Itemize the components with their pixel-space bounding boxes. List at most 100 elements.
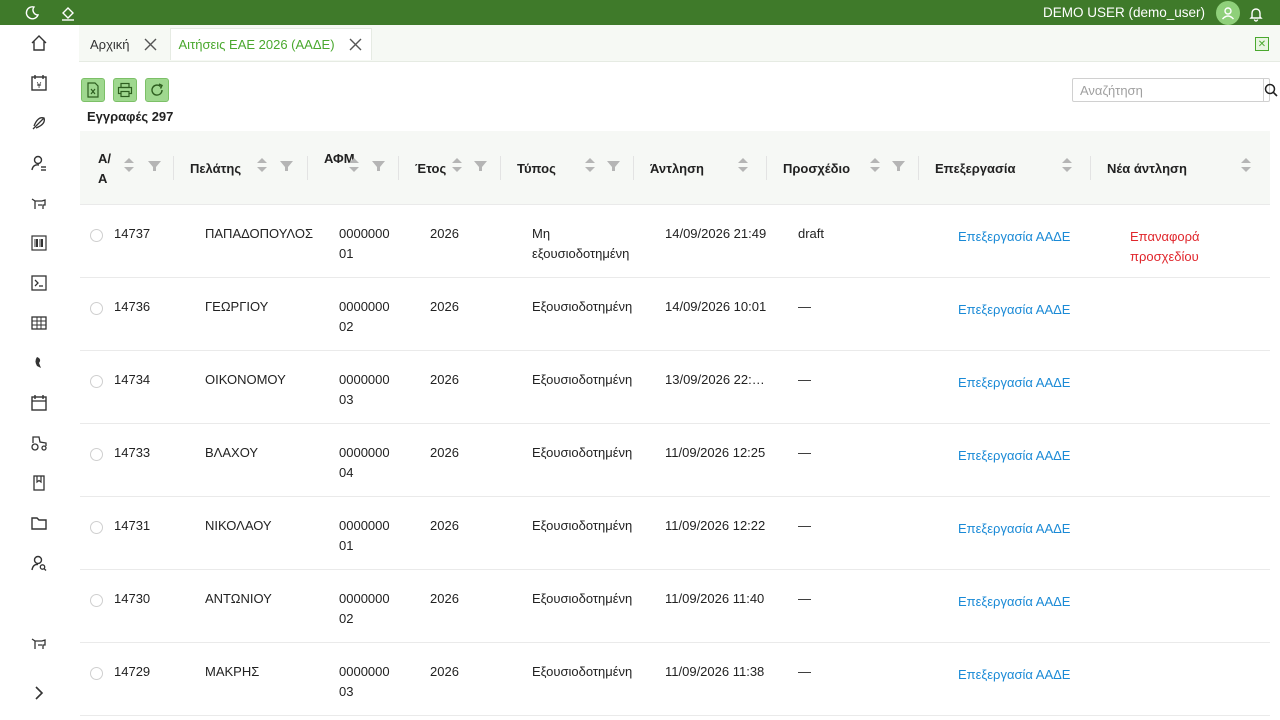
- grid-icon[interactable]: [27, 311, 51, 335]
- process-aade-link[interactable]: Επεξεργασία ΑΑΔΕ: [958, 592, 1070, 612]
- cell-client: ΑΝΤΩΝΙΟΥ: [205, 591, 272, 606]
- cell-client: ΒΛΑΧΟΥ: [205, 445, 259, 460]
- terminal-icon[interactable]: [27, 271, 51, 295]
- cell-type: Εξουσιοδοτημένη: [532, 299, 633, 314]
- search-button[interactable]: [1263, 79, 1278, 101]
- cell-afm: 0000000 01: [339, 518, 390, 553]
- calendar-icon[interactable]: [27, 391, 51, 415]
- sort-icon: [870, 158, 880, 172]
- sort-filter-icons: [124, 158, 1251, 172]
- filter-icon: [148, 161, 161, 171]
- table-row[interactable]: 14730 ΑΝΤΩΝΙΟΥ 0000000 02 2026 Εξουσιοδοτ…: [80, 570, 1270, 643]
- cell-type: Εξουσιοδοτημένη: [532, 591, 633, 606]
- process-aade-link[interactable]: Επεξεργασία ΑΑΔΕ: [958, 373, 1070, 393]
- row-select-radio[interactable]: [90, 594, 103, 607]
- cow-icon[interactable]: [27, 631, 51, 655]
- tab-label: Αρχική: [90, 36, 130, 52]
- paint-bucket-icon[interactable]: [56, 1, 80, 25]
- user-settings-icon[interactable]: [27, 151, 51, 175]
- print-button[interactable]: [113, 78, 137, 102]
- process-aade-link[interactable]: Επεξεργασία ΑΑΔΕ: [958, 665, 1070, 685]
- moon-icon[interactable]: [20, 1, 44, 25]
- row-select-radio[interactable]: [90, 375, 103, 388]
- map-pin-icon[interactable]: [27, 351, 51, 375]
- close-all-tabs-icon[interactable]: ✕: [1255, 37, 1269, 51]
- refresh-icon: [151, 83, 163, 96]
- tractor-icon[interactable]: [27, 431, 51, 455]
- process-aade-link[interactable]: Επεξεργασία ΑΑΔΕ: [958, 446, 1070, 466]
- excel-export-icon: [87, 82, 99, 98]
- cell-client: ΓΕΩΡΓΙΟΥ: [205, 299, 269, 314]
- user-search-icon[interactable]: [27, 551, 51, 575]
- cell-type: Εξουσιοδοτημένη: [532, 664, 633, 679]
- search-input[interactable]: [1073, 79, 1263, 101]
- table-row[interactable]: 14737 ΠΑΠΑΔΟΠΟΥΛΟΣ 0000000 01 2026 Μη εξου…: [80, 205, 1270, 278]
- cell-pull: 14/09/2026 21:49: [665, 226, 767, 241]
- table-header: Α/Α Πελάτης ΑΦΜ Έτος Τύπος Άντληση Προσχ…: [80, 131, 1270, 205]
- cell-client: ΜΑΚΡΗΣ: [205, 664, 260, 679]
- cell-pull: 13/09/2026 22:…: [665, 372, 765, 387]
- sort-icon: [1241, 158, 1251, 172]
- calendar-euro-icon[interactable]: ¥: [27, 71, 51, 95]
- folder-icon[interactable]: [27, 511, 51, 535]
- process-aade-link[interactable]: Επεξεργασία ΑΑΔΕ: [958, 227, 1070, 247]
- chevron-right-icon[interactable]: [27, 681, 51, 705]
- cell-year: 2026: [430, 226, 459, 241]
- sort-icon: [452, 158, 462, 172]
- cell-pull: 11/09/2026 12:22: [665, 518, 766, 533]
- row-select-radio[interactable]: [90, 521, 103, 534]
- tab-label: Αιτήσεις ΕΑΕ 2026 (ΑΑΔΕ): [178, 37, 335, 52]
- row-select-radio[interactable]: [90, 667, 103, 680]
- book-icon[interactable]: [27, 471, 51, 495]
- cell-type: Εξουσιοδοτημένη: [532, 445, 633, 460]
- cell-id: 14737: [114, 226, 151, 241]
- user-avatar-icon[interactable]: [1216, 1, 1240, 25]
- filter-icon: [372, 161, 385, 171]
- filter-icon: [892, 161, 905, 171]
- user-name-label[interactable]: DEMO USER (demo_user): [1043, 5, 1205, 20]
- restore-draft-link[interactable]: Επαναφορά προσχεδίου: [1130, 227, 1270, 267]
- process-aade-link[interactable]: Επεξεργασία ΑΑΔΕ: [958, 300, 1070, 320]
- close-icon[interactable]: [144, 37, 158, 51]
- search-box: [1072, 78, 1278, 102]
- table-row[interactable]: 14734 ΟΙΚΟΝΟΜΟΥ 0000000 03 2026 Εξουσιοδο…: [80, 351, 1270, 424]
- barcode-icon[interactable]: [27, 231, 51, 255]
- bell-icon[interactable]: [1244, 2, 1268, 26]
- print-icon: [117, 82, 133, 98]
- cell-afm: 0000000 03: [339, 372, 390, 407]
- cell-type: Μη εξουσιοδοτημένη: [532, 226, 630, 261]
- cell-draft: —: [798, 664, 811, 679]
- tab-home[interactable]: Αρχική: [82, 28, 166, 60]
- sort-icon: [1062, 158, 1072, 172]
- records-count: Εγγραφές 297: [87, 109, 174, 124]
- sort-icon: [738, 158, 748, 172]
- table-row[interactable]: 14736 ΓΕΩΡΓΙΟΥ 0000000 02 2026 Εξουσιοδοτ…: [80, 278, 1270, 351]
- cell-afm: 0000000 03: [339, 664, 390, 699]
- process-aade-link[interactable]: Επεξεργασία ΑΑΔΕ: [958, 519, 1070, 539]
- svg-text:¥: ¥: [36, 81, 41, 90]
- row-select-radio[interactable]: [90, 448, 103, 461]
- tab-aade-applications[interactable]: Αιτήσεις ΕΑΕ 2026 (ΑΑΔΕ): [169, 28, 372, 60]
- cell-id: 14730: [114, 591, 151, 606]
- close-icon[interactable]: [349, 38, 363, 52]
- row-select-radio[interactable]: [90, 229, 103, 242]
- cell-draft: —: [798, 591, 811, 606]
- cell-draft: —: [798, 299, 811, 314]
- home-icon[interactable]: [27, 31, 51, 55]
- cell-afm: 0000000 02: [339, 299, 390, 334]
- cell-id: 14731: [114, 518, 151, 533]
- cell-pull: 11/09/2026 11:38: [665, 664, 765, 679]
- table-row[interactable]: 14731 ΝΙΚΟΛΑΟΥ 0000000 01 2026 Εξουσιοδοτ…: [80, 497, 1270, 570]
- cell-id: 14729: [114, 664, 151, 679]
- row-select-radio[interactable]: [90, 302, 103, 315]
- cell-afm: 0000000 02: [339, 591, 390, 626]
- refresh-button[interactable]: [145, 78, 169, 102]
- cell-year: 2026: [430, 372, 459, 387]
- cell-draft: —: [798, 518, 811, 533]
- table-row[interactable]: 14729 ΜΑΚΡΗΣ 0000000 03 2026 Εξουσιοδοτημ…: [80, 643, 1270, 716]
- table-row[interactable]: 14733 ΒΛΑΧΟΥ 0000000 04 2026 Εξουσιοδοτημ…: [80, 424, 1270, 497]
- filter-icon: [607, 161, 620, 171]
- excel-export-button[interactable]: [81, 78, 105, 102]
- feather-icon[interactable]: [27, 111, 51, 135]
- cow-icon[interactable]: [27, 191, 51, 215]
